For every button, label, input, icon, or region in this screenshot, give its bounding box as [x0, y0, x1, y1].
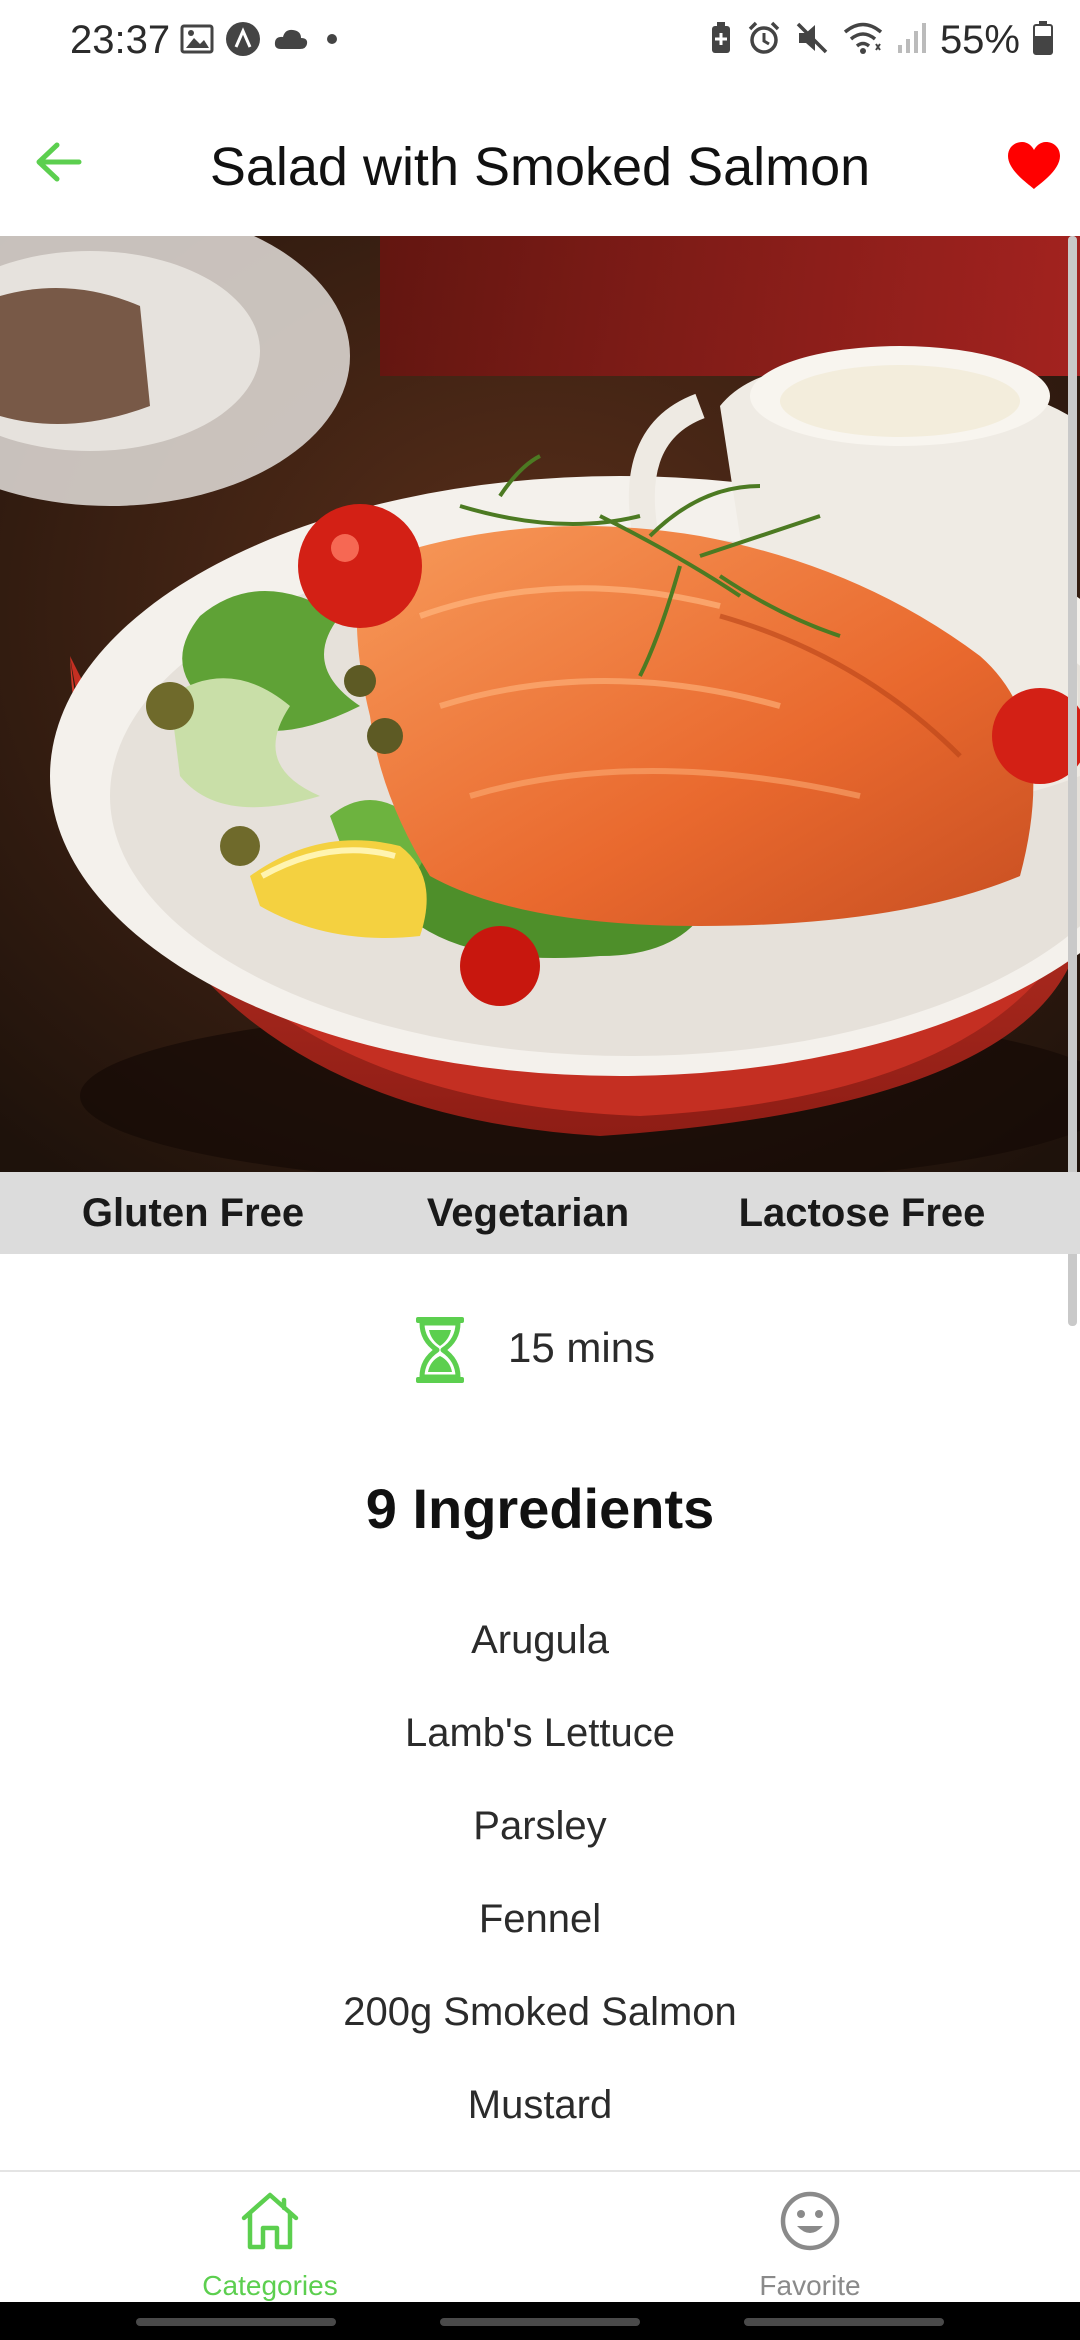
tag-lactose-free: Lactose Free — [738, 1190, 986, 1235]
home-icon — [238, 2190, 302, 2257]
status-system-icons: 55% — [708, 18, 1054, 63]
app-bar: Salad with Smoked Salmon — [0, 88, 1080, 236]
back-button[interactable] — [22, 128, 94, 200]
battery-percentage: 55% — [939, 18, 1020, 62]
status-time: 23:37 — [70, 18, 171, 62]
ingredient-item: 200g Smoked Salmon — [343, 1990, 737, 2034]
signal-icon — [896, 21, 928, 60]
ingredient-item: Lamb's Lettuce — [404, 1711, 676, 1755]
scroll-indicator[interactable] — [1068, 236, 1077, 1326]
cloud-icon — [272, 25, 310, 58]
diet-tags-bar: Gluten Free Vegetarian Lactose Free — [0, 1172, 1080, 1254]
ingredient-item: Fennel — [478, 1897, 602, 1941]
battery-icon — [1032, 20, 1054, 61]
ingredient-item: Mustard — [467, 2083, 613, 2127]
heart-icon — [1006, 141, 1062, 196]
back-gesture-handle[interactable] — [744, 2318, 944, 2326]
nav-label-categories: Categories — [202, 2270, 338, 2301]
ingredient-item: Arugula — [471, 1618, 609, 1662]
status-bar: 23:37 55% — [0, 0, 1080, 88]
page-title: Salad with Smoked Salmon — [209, 137, 871, 197]
favorite-button[interactable] — [1002, 140, 1066, 196]
image-icon — [180, 23, 214, 60]
home-gesture-handle[interactable] — [440, 2318, 640, 2326]
nav-label-favorite: Favorite — [759, 2270, 861, 2301]
dot-icon — [320, 27, 344, 56]
duration-text: 15 mins — [508, 1324, 656, 1371]
smiley-icon — [779, 2190, 841, 2257]
ingredient-item: Parsley — [473, 1804, 607, 1848]
tag-gluten-free: Gluten Free — [81, 1190, 305, 1235]
nav-item-favorite[interactable]: Favorite — [540, 2172, 1080, 2304]
hourglass-icon — [412, 1314, 468, 1391]
tag-vegetarian: Vegetarian — [426, 1190, 630, 1235]
wifi-icon — [842, 20, 884, 61]
circle-a-icon — [224, 20, 262, 63]
mute-icon — [794, 20, 830, 61]
system-navigation-bar — [0, 2302, 1080, 2340]
duration-row: 15 mins — [0, 1310, 1080, 1390]
ingredients-heading: 9 Ingredients — [365, 1477, 715, 1540]
bottom-navigation: Categories Favorite — [0, 2170, 1080, 2302]
nav-item-categories[interactable]: Categories — [0, 2172, 540, 2304]
alarm-icon — [746, 20, 782, 61]
meal-image — [0, 236, 1080, 1172]
ingredients-list: Arugula Lamb's Lettuce Parsley Fennel 20… — [0, 1618, 1080, 2176]
status-notification-icons — [180, 20, 344, 63]
arrow-left-icon — [33, 140, 83, 189]
recents-gesture-handle[interactable] — [136, 2318, 336, 2326]
battery-saver-icon — [708, 21, 734, 60]
